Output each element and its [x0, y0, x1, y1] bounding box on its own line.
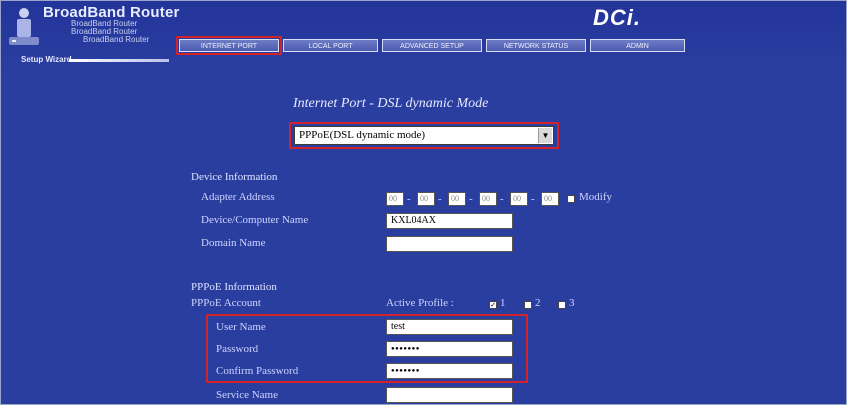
- profile-1-checkbox[interactable]: ✓: [489, 301, 497, 309]
- tab-internet-port[interactable]: INTERNET PORT: [176, 36, 282, 55]
- modify-checkbox[interactable]: [567, 195, 575, 203]
- password-field[interactable]: ●●●●●●●: [386, 341, 513, 357]
- service-name-label: Service Name: [216, 389, 278, 401]
- mac-octet-field[interactable]: 00: [541, 192, 559, 206]
- mac-separator: -: [438, 193, 442, 205]
- pppoe-info-heading: PPPoE Information: [191, 281, 277, 293]
- setup-wizard-link[interactable]: Setup Wizard: [21, 55, 72, 64]
- active-profile-label: Active Profile :: [386, 297, 454, 309]
- confirm-password-field[interactable]: ●●●●●●●: [386, 363, 513, 379]
- user-name-field[interactable]: test: [386, 319, 513, 335]
- profile-3-checkbox[interactable]: [558, 301, 566, 309]
- tab-local-port[interactable]: LOCAL PORT: [283, 39, 378, 52]
- profile-2-label: 2: [535, 297, 541, 309]
- tab-network-status[interactable]: NETWORK STATUS: [486, 39, 586, 52]
- router-logo-icon: [9, 8, 39, 45]
- mac-separator: -: [500, 193, 504, 205]
- mac-separator: -: [469, 193, 473, 205]
- mac-separator: -: [407, 193, 411, 205]
- dropdown-arrow-icon[interactable]: ▼: [538, 128, 552, 143]
- router-config-window: BroadBand Router BroadBand Router BroadB…: [0, 0, 847, 405]
- modify-label: Modify: [579, 191, 612, 203]
- mac-octet-field[interactable]: 00: [417, 192, 435, 206]
- tab-advanced-setup[interactable]: ADVANCED SETUP: [382, 39, 482, 52]
- mac-octet-field[interactable]: 00: [510, 192, 528, 206]
- mac-octet-field[interactable]: 00: [386, 192, 404, 206]
- page-title: Internet Port - DSL dynamic Mode: [293, 96, 489, 111]
- connection-mode-select[interactable]: PPPoE(DSL dynamic mode) ▼: [294, 126, 554, 145]
- mac-separator: -: [531, 193, 535, 205]
- tab-admin[interactable]: ADMIN: [590, 39, 685, 52]
- profile-1-label: 1: [500, 297, 506, 309]
- domain-name-label: Domain Name: [201, 237, 266, 249]
- vendor-logo: DCi.: [593, 5, 641, 30]
- domain-name-field[interactable]: [386, 236, 513, 252]
- service-name-field[interactable]: [386, 387, 513, 403]
- computer-name-label: Device/Computer Name: [201, 214, 309, 226]
- brand-subtitle: BroadBand Router: [83, 35, 150, 44]
- mac-octet-field[interactable]: 00: [448, 192, 466, 206]
- header-banner: BroadBand Router BroadBand Router BroadB…: [1, 1, 846, 71]
- adapter-address-label: Adapter Address: [201, 191, 275, 203]
- user-name-label: User Name: [216, 321, 266, 333]
- device-info-heading: Device Information: [191, 171, 278, 183]
- profile-3-label: 3: [569, 297, 575, 309]
- pppoe-account-label: PPPoE Account: [191, 297, 261, 309]
- wizard-divider: [69, 59, 169, 62]
- confirm-password-label: Confirm Password: [216, 365, 299, 377]
- password-label: Password: [216, 343, 259, 355]
- profile-2-checkbox[interactable]: [524, 301, 532, 309]
- mac-octet-field[interactable]: 00: [479, 192, 497, 206]
- mode-select-value: PPPoE(DSL dynamic mode): [299, 129, 426, 141]
- computer-name-field[interactable]: KXL04AX: [386, 213, 513, 229]
